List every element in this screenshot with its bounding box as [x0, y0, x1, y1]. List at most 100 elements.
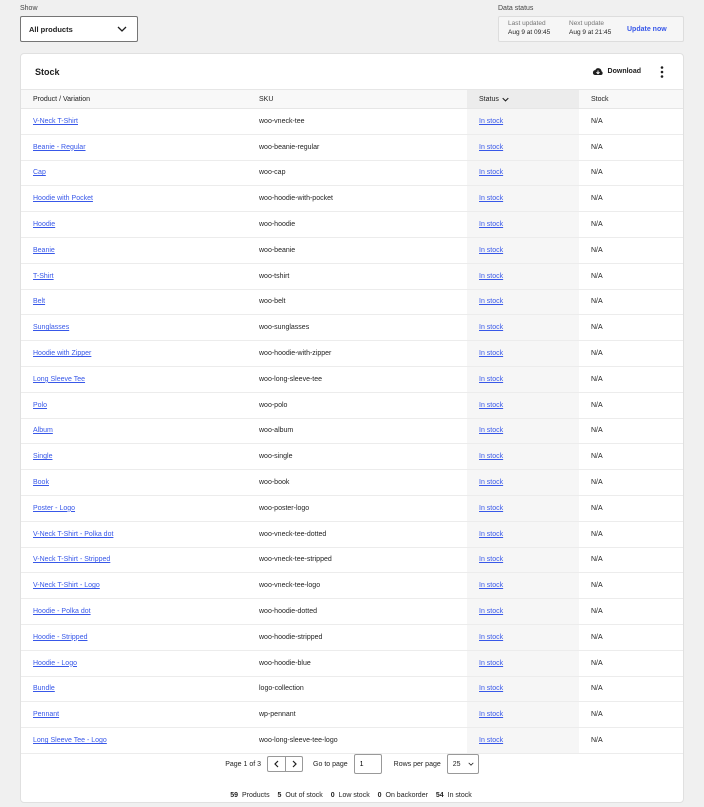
product-link[interactable]: Hoodie	[33, 221, 55, 228]
product-link[interactable]: Poster - Logo	[33, 505, 75, 512]
product-link[interactable]: Single	[33, 453, 52, 460]
col-header-stock[interactable]: Stock	[579, 89, 683, 109]
product-link[interactable]: Beanie - Regular	[33, 144, 86, 151]
product-link[interactable]: Polo	[33, 402, 47, 409]
prev-page-button[interactable]	[268, 757, 285, 771]
product-cell: Beanie	[21, 237, 247, 264]
product-link[interactable]: Long Sleeve Tee	[33, 376, 85, 383]
card-title: Stock	[35, 66, 60, 77]
product-link[interactable]: V-Neck T-Shirt - Polka dot	[33, 531, 113, 538]
kebab-menu-icon[interactable]	[655, 65, 669, 78]
col-header-sku[interactable]: SKU	[247, 89, 467, 109]
status-link[interactable]: In stock	[479, 660, 503, 667]
col-header-status-label: Status	[479, 95, 499, 103]
status-link[interactable]: In stock	[479, 195, 503, 202]
status-link[interactable]: In stock	[479, 634, 503, 641]
summary-in-stock: 54 In stock	[435, 792, 472, 799]
status-cell: In stock	[467, 469, 579, 496]
sku-cell: wp-pennant	[247, 701, 467, 729]
status-link[interactable]: In stock	[479, 685, 503, 692]
stock-summary: 59 Products 5 Out of stock 0 Low stock 0…	[21, 792, 683, 799]
status-cell: In stock	[467, 650, 579, 677]
product-link[interactable]: Hoodie - Logo	[33, 660, 77, 667]
table-row: Cap woo-cap In stock N/A	[21, 160, 683, 187]
sku-cell: woo-sunglasses	[247, 314, 467, 342]
status-cell: In stock	[467, 676, 579, 703]
status-link[interactable]: In stock	[479, 556, 503, 563]
status-cell: In stock	[467, 289, 579, 316]
product-link[interactable]: Bundle	[33, 685, 55, 692]
product-link[interactable]: V-Neck T-Shirt - Logo	[33, 582, 100, 589]
update-now-button[interactable]: Update now	[627, 26, 667, 33]
goto-label: Go to page	[313, 760, 348, 768]
sku-cell: woo-hoodie-stripped	[247, 624, 467, 651]
product-link[interactable]: Belt	[33, 298, 45, 305]
rows-per-page-select[interactable]: 25	[446, 754, 479, 774]
product-link[interactable]: V-Neck T-Shirt	[33, 118, 78, 125]
status-link[interactable]: In stock	[479, 376, 503, 383]
show-select[interactable]: All products	[20, 16, 138, 42]
status-cell: In stock	[467, 366, 579, 393]
stock-table: Product / Variation SKU Status Stock V-N…	[21, 89, 683, 754]
status-link[interactable]: In stock	[479, 273, 503, 280]
product-cell: Sunglasses	[21, 314, 247, 342]
status-link[interactable]: In stock	[479, 350, 503, 357]
download-button[interactable]: Download	[592, 67, 641, 77]
product-link[interactable]: Pennant	[33, 711, 59, 718]
next-page-button[interactable]	[285, 757, 302, 771]
product-link[interactable]: T-Shirt	[33, 273, 54, 280]
product-cell: V-Neck T-Shirt - Stripped	[21, 547, 247, 574]
status-link[interactable]: In stock	[479, 479, 503, 486]
status-link[interactable]: In stock	[479, 169, 503, 176]
product-link[interactable]: Hoodie - Polka dot	[33, 608, 91, 615]
status-link[interactable]: In stock	[479, 247, 503, 254]
product-cell: Hoodie with Pocket	[21, 185, 247, 213]
status-cell: In stock	[467, 108, 579, 135]
status-link[interactable]: In stock	[479, 427, 503, 434]
cloud-download-icon	[592, 67, 603, 75]
status-cell: In stock	[467, 624, 579, 651]
status-link[interactable]: In stock	[479, 298, 503, 305]
product-cell: Hoodie - Logo	[21, 650, 247, 677]
table-row: Belt woo-belt In stock N/A	[21, 289, 683, 316]
status-link[interactable]: In stock	[479, 582, 503, 589]
product-link[interactable]: Sunglasses	[33, 324, 69, 331]
stock-cell: N/A	[579, 263, 683, 290]
status-link[interactable]: In stock	[479, 737, 503, 744]
stock-cell: N/A	[579, 392, 683, 419]
rows-per-page-value: 25	[452, 760, 461, 768]
stock-cell: N/A	[579, 108, 683, 135]
status-link[interactable]: In stock	[479, 608, 503, 615]
summary-low-stock: 0 Low stock	[330, 792, 370, 799]
product-link[interactable]: Long Sleeve Tee - Logo	[33, 737, 107, 744]
status-cell: In stock	[467, 572, 579, 600]
status-link[interactable]: In stock	[479, 221, 503, 228]
sku-cell: woo-hoodie-with-pocket	[247, 185, 467, 213]
product-link[interactable]: Album	[33, 427, 53, 434]
product-link[interactable]: Hoodie with Zipper	[33, 350, 91, 357]
product-link[interactable]: Book	[33, 479, 49, 486]
status-link[interactable]: In stock	[479, 402, 503, 409]
product-link[interactable]: Hoodie with Pocket	[33, 195, 93, 202]
stock-cell: N/A	[579, 650, 683, 677]
sku-cell: woo-poster-logo	[247, 495, 467, 522]
status-cell: In stock	[467, 598, 579, 625]
stock-cell: N/A	[579, 469, 683, 496]
col-header-status[interactable]: Status	[467, 89, 579, 109]
col-header-product[interactable]: Product / Variation	[21, 89, 247, 109]
sku-cell: woo-long-sleeve-tee-logo	[247, 727, 467, 754]
status-link[interactable]: In stock	[479, 505, 503, 512]
sku-cell: woo-beanie	[247, 237, 467, 264]
status-link[interactable]: In stock	[479, 144, 503, 151]
status-link[interactable]: In stock	[479, 118, 503, 125]
status-link[interactable]: In stock	[479, 324, 503, 331]
product-link[interactable]: V-Neck T-Shirt - Stripped	[33, 556, 110, 563]
show-label: Show	[20, 5, 38, 12]
product-link[interactable]: Cap	[33, 169, 46, 176]
goto-page-input[interactable]	[353, 754, 382, 774]
product-link[interactable]: Beanie	[33, 247, 55, 254]
status-link[interactable]: In stock	[479, 453, 503, 460]
product-link[interactable]: Hoodie - Stripped	[33, 634, 87, 641]
status-link[interactable]: In stock	[479, 711, 503, 718]
status-link[interactable]: In stock	[479, 531, 503, 538]
